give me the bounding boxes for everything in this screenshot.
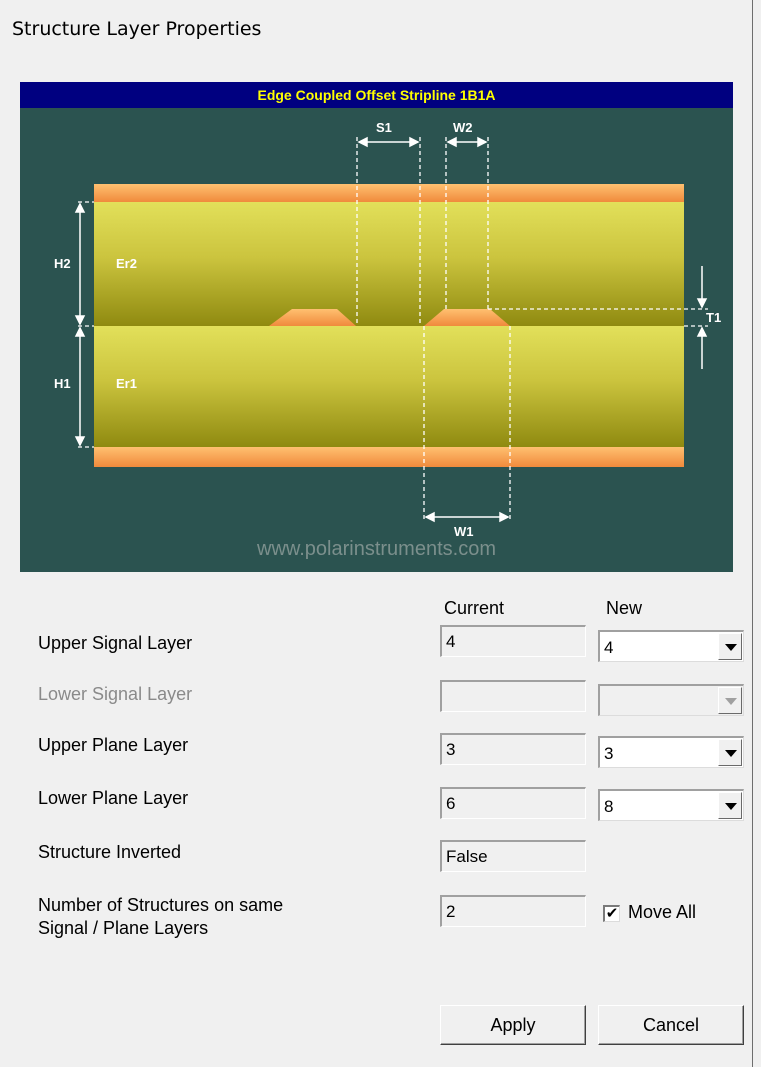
upper-signal-new-select[interactable]: 4 — [598, 630, 744, 662]
lower-plane-new-select[interactable]: 8 — [598, 789, 744, 821]
chevron-down-icon — [718, 687, 742, 714]
structure-diagram: Edge Coupled Offset Stripline 1B1A S1 W2… — [20, 82, 733, 572]
label-s1: S1 — [376, 120, 392, 135]
label-t1: T1 — [706, 310, 721, 325]
stripline-illustration: S1 W2 H2 Er2 T1 H1 Er1 W1 — [54, 120, 721, 539]
chevron-down-icon[interactable] — [718, 633, 742, 660]
upper-signal-current-field: 4 — [440, 625, 586, 657]
chevron-down-icon[interactable] — [718, 739, 742, 766]
dialog-window: Structure Layer Properties Edge Coupled … — [0, 0, 753, 1067]
structure-count-field: 2 — [440, 895, 586, 927]
label-er1: Er1 — [116, 376, 137, 391]
lower-signal-layer-label: Lower Signal Layer — [38, 684, 193, 704]
lower-dielectric — [94, 326, 684, 447]
structure-count-label-line1: Number of Structures on same — [38, 895, 284, 915]
label-w1: W1 — [454, 524, 474, 539]
upper-dielectric — [94, 202, 684, 326]
new-column-header: New — [606, 598, 643, 618]
structure-inverted-field: False — [440, 840, 586, 872]
upper-plane-current-field: 3 — [440, 733, 586, 765]
label-er2: Er2 — [116, 256, 137, 271]
upper-plane — [94, 184, 684, 202]
lower-plane-layer-label: Lower Plane Layer — [38, 788, 189, 808]
label-h1: H1 — [54, 376, 71, 391]
upper-signal-layer-label: Upper Signal Layer — [38, 633, 193, 653]
website-watermark: www.polarinstruments.com — [257, 538, 496, 560]
move-all-label[interactable]: Move All — [628, 902, 696, 923]
structure-count-label-line2: Signal / Plane Layers — [38, 918, 209, 938]
chevron-down-icon[interactable] — [718, 792, 742, 819]
window-title: Structure Layer Properties — [12, 18, 262, 40]
lower-signal-current-field — [440, 680, 586, 712]
lower-plane-new-value: 8 — [604, 797, 614, 816]
move-all-checkbox[interactable]: ✔ — [603, 905, 620, 922]
apply-button[interactable]: Apply — [440, 1005, 586, 1045]
structure-inverted-label: Structure Inverted — [38, 842, 182, 862]
cancel-button[interactable]: Cancel — [598, 1005, 744, 1045]
upper-plane-layer-label: Upper Plane Layer — [38, 735, 189, 755]
lower-plane-current-field: 6 — [440, 787, 586, 819]
lower-plane — [94, 447, 684, 467]
upper-signal-new-value: 4 — [604, 638, 614, 657]
label-w2: W2 — [453, 120, 473, 135]
upper-plane-new-select[interactable]: 3 — [598, 736, 744, 768]
lower-signal-new-select — [598, 684, 744, 716]
label-h2: H2 — [54, 256, 71, 271]
current-column-header: Current — [444, 598, 505, 618]
upper-plane-new-value: 3 — [604, 744, 614, 763]
